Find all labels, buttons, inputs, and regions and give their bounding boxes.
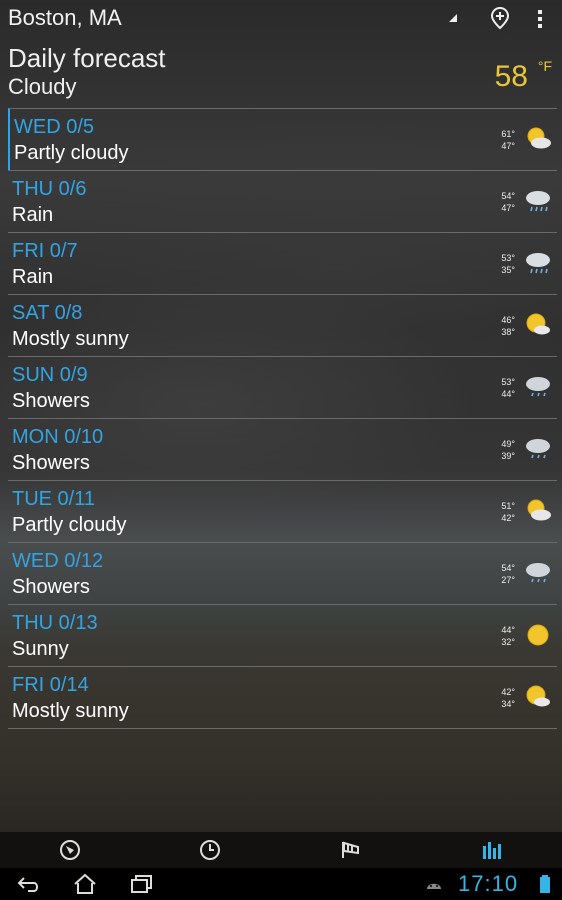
- page-title: Daily forecast: [8, 43, 166, 73]
- status-clock: 17:10: [458, 871, 519, 896]
- forecast-high: 49°: [501, 439, 515, 449]
- forecast-high: 54°: [501, 191, 515, 201]
- action-bar: Boston, MA: [0, 0, 562, 36]
- forecast-high: 44°: [501, 625, 515, 635]
- forecast-high: 53°: [501, 253, 515, 263]
- forecast-description: Partly cloudy: [12, 514, 127, 536]
- forecast-description: Mostly sunny: [12, 700, 129, 722]
- forecast-day: TUE 0/11: [12, 488, 95, 510]
- partly-cloudy-icon: [527, 127, 551, 149]
- forecast-low: 34°: [501, 699, 515, 709]
- partly-cloudy-icon: [527, 499, 551, 521]
- forecast-high: 46°: [501, 315, 515, 325]
- forecast-row[interactable]: TUE 0/11 Partly cloudy 51° 42°: [8, 480, 557, 542]
- forecast-day: WED 0/5: [14, 116, 95, 138]
- forecast-day: FRI 0/7: [12, 240, 78, 262]
- temperature-unit: °F: [537, 58, 552, 74]
- showers-icon: [526, 439, 550, 459]
- forecast-high: 53°: [501, 377, 515, 387]
- forecast-low: 47°: [501, 141, 515, 151]
- overflow-menu-icon[interactable]: [534, 8, 546, 30]
- forecast-low: 39°: [501, 451, 515, 461]
- forecast-low: 47°: [501, 203, 515, 213]
- forecast-description: Partly cloudy: [14, 142, 129, 164]
- forecast-row[interactable]: SUN 0/9 Showers 53° 44°: [8, 356, 557, 418]
- forecast-row[interactable]: WED 0/12 Showers 54° 27°: [8, 542, 557, 604]
- forecast-description: Sunny: [12, 638, 69, 660]
- forecast-low: 44°: [501, 389, 515, 399]
- compass-icon[interactable]: [58, 838, 82, 862]
- forecast-day: SUN 0/9: [12, 364, 88, 386]
- forecast-day: WED 0/12: [12, 550, 104, 572]
- forecast-row[interactable]: WED 0/5 Partly cloudy 61° 47°: [8, 108, 557, 170]
- forecast-low: 38°: [501, 327, 515, 337]
- forecast-high: 42°: [501, 687, 515, 697]
- forecast-row[interactable]: THU 0/13 Sunny 44° 32°: [8, 604, 557, 666]
- system-nav-bar: 17:10: [0, 868, 562, 900]
- forecast-description: Showers: [12, 390, 90, 412]
- forecast-row[interactable]: SAT 0/8 Mostly sunny 46° 38°: [8, 294, 557, 356]
- forecast-row[interactable]: FRI 0/14 Mostly sunny 42° 34°: [8, 666, 557, 729]
- rain-icon: [526, 253, 550, 274]
- current-condition: Cloudy: [8, 74, 77, 99]
- location-dropdown-icon[interactable]: [449, 14, 457, 22]
- battery-icon: [540, 875, 550, 893]
- home-icon[interactable]: [72, 873, 98, 895]
- forecast-high: 61°: [501, 129, 515, 139]
- mostly-sunny-icon: [526, 685, 550, 707]
- forecast-description: Rain: [12, 204, 54, 226]
- forecast-high: 51°: [501, 501, 515, 511]
- clock-icon[interactable]: [198, 838, 222, 862]
- forecast-low: 42°: [501, 513, 515, 523]
- forecast-row[interactable]: MON 0/10 Showers 49° 39°: [8, 418, 557, 480]
- current-temperature: 58: [494, 60, 528, 93]
- mostly-sunny-icon: [526, 313, 550, 335]
- android-notification-icon[interactable]: [424, 873, 444, 895]
- forecast-day: FRI 0/14: [12, 674, 89, 696]
- forecast-row[interactable]: THU 0/6 Rain 54° 47°: [8, 170, 557, 232]
- forecast-low: 32°: [501, 637, 515, 647]
- forecast-description: Showers: [12, 452, 90, 474]
- forecast-header: Daily forecast Cloudy 58 °F: [0, 36, 562, 108]
- forecast-description: Mostly sunny: [12, 328, 129, 350]
- forecast-high: 54°: [501, 563, 515, 573]
- forecast-description: Rain: [12, 266, 54, 288]
- add-location-icon[interactable]: [489, 6, 511, 30]
- recent-apps-icon[interactable]: [128, 873, 154, 895]
- forecast-row[interactable]: FRI 0/7 Rain 53° 35°: [8, 232, 557, 294]
- forecast-low: 27°: [501, 575, 515, 585]
- forecast-description: Showers: [12, 576, 90, 598]
- location-title[interactable]: Boston, MA: [8, 5, 122, 31]
- sunny-icon: [527, 624, 549, 646]
- forecast-list: WED 0/5 Partly cloudy 61° 47° THU 0/6 Ra…: [8, 108, 557, 729]
- rain-icon: [526, 191, 550, 212]
- back-icon[interactable]: [16, 873, 42, 895]
- showers-icon: [526, 563, 550, 583]
- forecast-low: 35°: [501, 265, 515, 275]
- showers-icon: [526, 377, 550, 397]
- bottom-tab-bar: [0, 832, 562, 868]
- bar-chart-icon[interactable]: [480, 838, 504, 862]
- forecast-day: MON 0/10: [12, 426, 104, 448]
- forecast-day: SAT 0/8: [12, 302, 83, 324]
- forecast-day: THU 0/13: [12, 612, 98, 634]
- windsock-icon[interactable]: [339, 838, 363, 862]
- forecast-day: THU 0/6: [12, 178, 87, 200]
